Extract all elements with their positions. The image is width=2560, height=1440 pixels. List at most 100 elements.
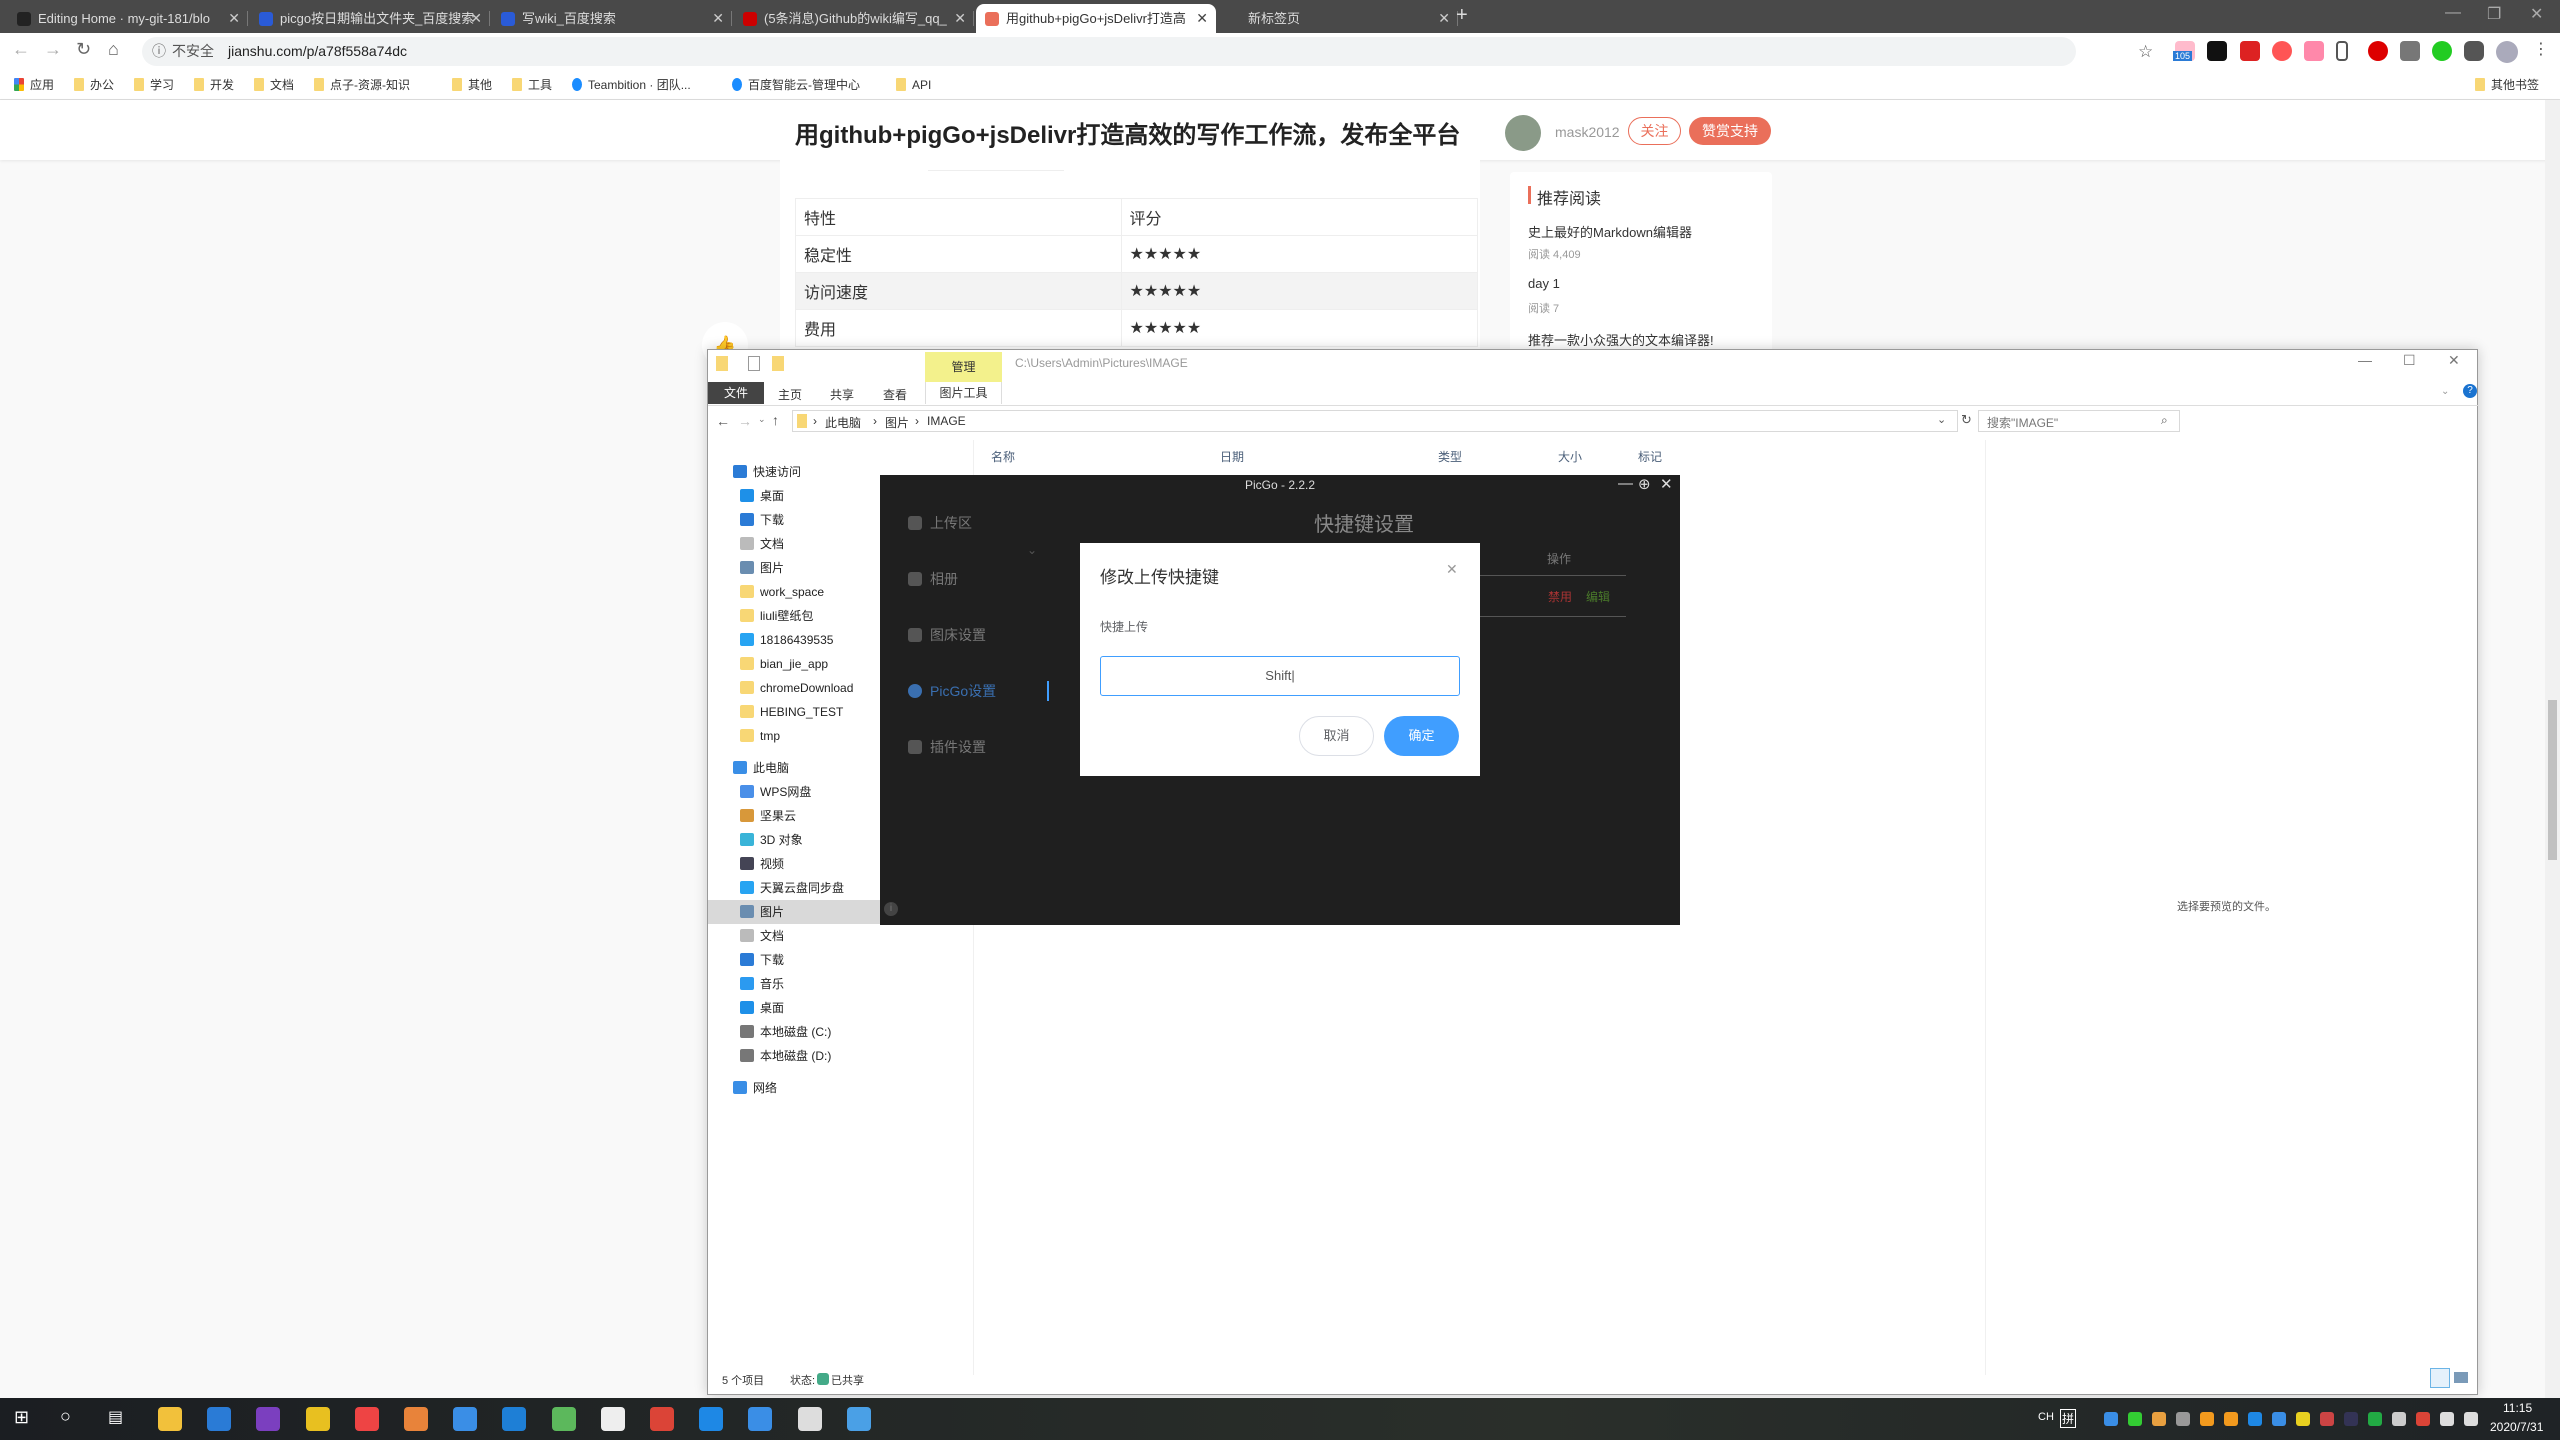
bookmark-folder[interactable]: 文档 [254,77,294,93]
ribbon-tab-share[interactable]: 共享 [830,386,854,403]
bookmark-folder[interactable]: 开发 [194,77,234,93]
browser-tab[interactable]: 用github+pigGo+jsDelivr打造高 ✕ [976,4,1216,33]
taskbar-app-icon[interactable] [846,1407,871,1431]
ribbon-tab-home[interactable]: 主页 [778,386,802,403]
taskbar-app-icon[interactable] [502,1407,527,1431]
picgo-menu-item[interactable]: PicGo设置 [908,681,996,701]
ribbon-context-tab-manage[interactable]: 管理 [925,352,1002,382]
nav-item[interactable]: liuli壁纸包 [740,606,813,626]
tray-icon[interactable] [2464,1412,2478,1426]
picgo-menu-item[interactable]: 上传区 [908,513,972,533]
pin-icon[interactable]: ⊕ [1638,475,1651,493]
address-bar[interactable]: ⓘ 不安全 jianshu.com/p/a78f558a74dc ☆ [142,37,2153,66]
nav-item[interactable]: 本地磁盘 (C:) [740,1022,831,1042]
tray-icon[interactable] [2416,1412,2430,1426]
extension-cat-icon[interactable]: 105 [2173,41,2195,61]
bookmark-folder[interactable]: 点子-资源-知识 [314,77,410,93]
tray-icon[interactable] [2200,1412,2214,1426]
extension-download-icon[interactable] [2400,41,2420,61]
taskbar-app-icon[interactable] [158,1407,182,1431]
other-bookmarks[interactable]: 其他书签 [2475,77,2539,93]
search-icon[interactable]: ○ [60,1406,71,1427]
page-scrollbar[interactable] [2545,100,2560,1398]
nav-item[interactable]: 文档 [740,926,784,946]
nav-item[interactable]: bian_jie_app [740,654,828,674]
tray-icon[interactable] [2176,1412,2190,1426]
tab-close-icon[interactable]: ✕ [1438,4,1450,33]
recent-dropdown-icon[interactable]: ⌄ [758,414,766,425]
up-icon[interactable]: ↑ [772,412,779,428]
taskbar-app-icon[interactable] [207,1407,232,1431]
path-dropdown-icon[interactable]: ⌄ [1937,413,1946,426]
nav-item[interactable]: 快速访问 [733,462,801,482]
minimize-icon[interactable]: — [2358,352,2372,368]
back-icon[interactable]: ← [12,39,30,60]
recommend-item[interactable]: 推荐一款小众强大的文本编译器! [1528,330,1714,349]
tray-icon[interactable] [2344,1412,2358,1426]
bookmark-folder[interactable]: 工具 [512,77,552,93]
browser-tab[interactable]: picgo按日期输出文件夹_百度搜索 ✕ [250,4,490,33]
nav-item[interactable]: 图片 [740,902,784,922]
confirm-button[interactable]: 确定 [1384,716,1459,756]
browser-tab[interactable]: (5条消息)Github的wiki编写_qq_ ✕ [734,4,974,33]
bookmark-folder[interactable]: 办公 [74,77,114,93]
close-icon[interactable]: ✕ [2448,352,2460,369]
extension-bookmark-icon[interactable] [2336,41,2348,61]
picgo-menu-item[interactable]: 插件设置 [908,737,986,757]
tray-icon[interactable] [2296,1412,2310,1426]
details-view-icon[interactable] [2430,1368,2450,1388]
back-icon[interactable]: ← [716,413,730,429]
tab-close-icon[interactable]: ✕ [1196,4,1208,33]
tab-close-icon[interactable]: ✕ [954,4,966,33]
picgo-menu-item[interactable]: 相册 [908,569,958,589]
taskbar-app-icon[interactable] [305,1407,330,1431]
picgo-menu-item[interactable]: 图床设置 [908,625,986,645]
address-breadcrumb[interactable]: › 此电脑 › 图片 › IMAGE ⌄ [792,410,1958,432]
recommend-item[interactable]: day 1 [1528,276,1560,291]
nav-item[interactable]: 3D 对象 [740,830,803,850]
menu-kebab-icon[interactable]: ⋮ [2533,39,2549,59]
extension-fe-icon[interactable] [2240,41,2260,61]
reward-button[interactable]: 赞赏支持 [1689,117,1771,145]
minimize-icon[interactable]: — [2445,4,2461,22]
taskbar-app-icon[interactable] [748,1407,773,1431]
nav-item[interactable]: HEBING_TEST [740,702,843,722]
taskbar-app-icon[interactable] [256,1407,281,1431]
nav-item[interactable]: work_space [740,582,824,602]
nav-item[interactable]: chromeDownload [740,678,853,698]
tray-icon[interactable] [2248,1412,2262,1426]
tray-icon[interactable] [2224,1412,2238,1426]
bookmark-star-icon[interactable]: ☆ [2138,37,2153,66]
taskbar-app-icon[interactable] [797,1407,822,1431]
extension-tree-icon[interactable] [2304,41,2324,61]
bookmark-apps[interactable]: 应用 [14,77,54,93]
nav-item[interactable]: 坚果云 [740,806,796,826]
close-icon[interactable]: ✕ [1446,561,1458,578]
tray-icon[interactable] [2320,1412,2334,1426]
bookmark-folder[interactable]: 学习 [134,77,174,93]
tray-icon[interactable] [2392,1412,2406,1426]
taskbar-app-icon[interactable] [699,1407,724,1431]
column-size[interactable]: 大小 [1558,448,1582,465]
new-folder-icon[interactable] [772,356,784,371]
nav-item[interactable]: 下载 [740,510,784,530]
bookmark-folder[interactable]: 其他 [452,77,492,93]
ribbon-tab-view[interactable]: 查看 [883,386,907,403]
ribbon-tab-file[interactable]: 文件 [708,382,764,404]
taskbar-app-icon[interactable] [453,1407,478,1431]
task-view-icon[interactable]: ▤ [108,1407,123,1427]
shortcut-input[interactable]: Shift| [1100,656,1460,696]
taskbar-app-icon[interactable] [354,1407,379,1431]
nav-item[interactable]: 桌面 [740,486,784,506]
nav-item[interactable]: 桌面 [740,998,784,1018]
author-avatar[interactable] [1505,115,1541,151]
nav-item[interactable]: 文档 [740,534,784,554]
profile-avatar[interactable] [2496,41,2518,63]
nav-item[interactable]: 下载 [740,950,784,970]
restore-icon[interactable]: ❐ [2487,4,2501,24]
tab-close-icon[interactable]: ✕ [228,4,240,33]
info-icon[interactable]: i [884,902,898,916]
nav-item[interactable]: 视频 [740,854,784,874]
home-icon[interactable]: ⌂ [108,39,119,60]
nav-item[interactable]: tmp [740,726,780,746]
